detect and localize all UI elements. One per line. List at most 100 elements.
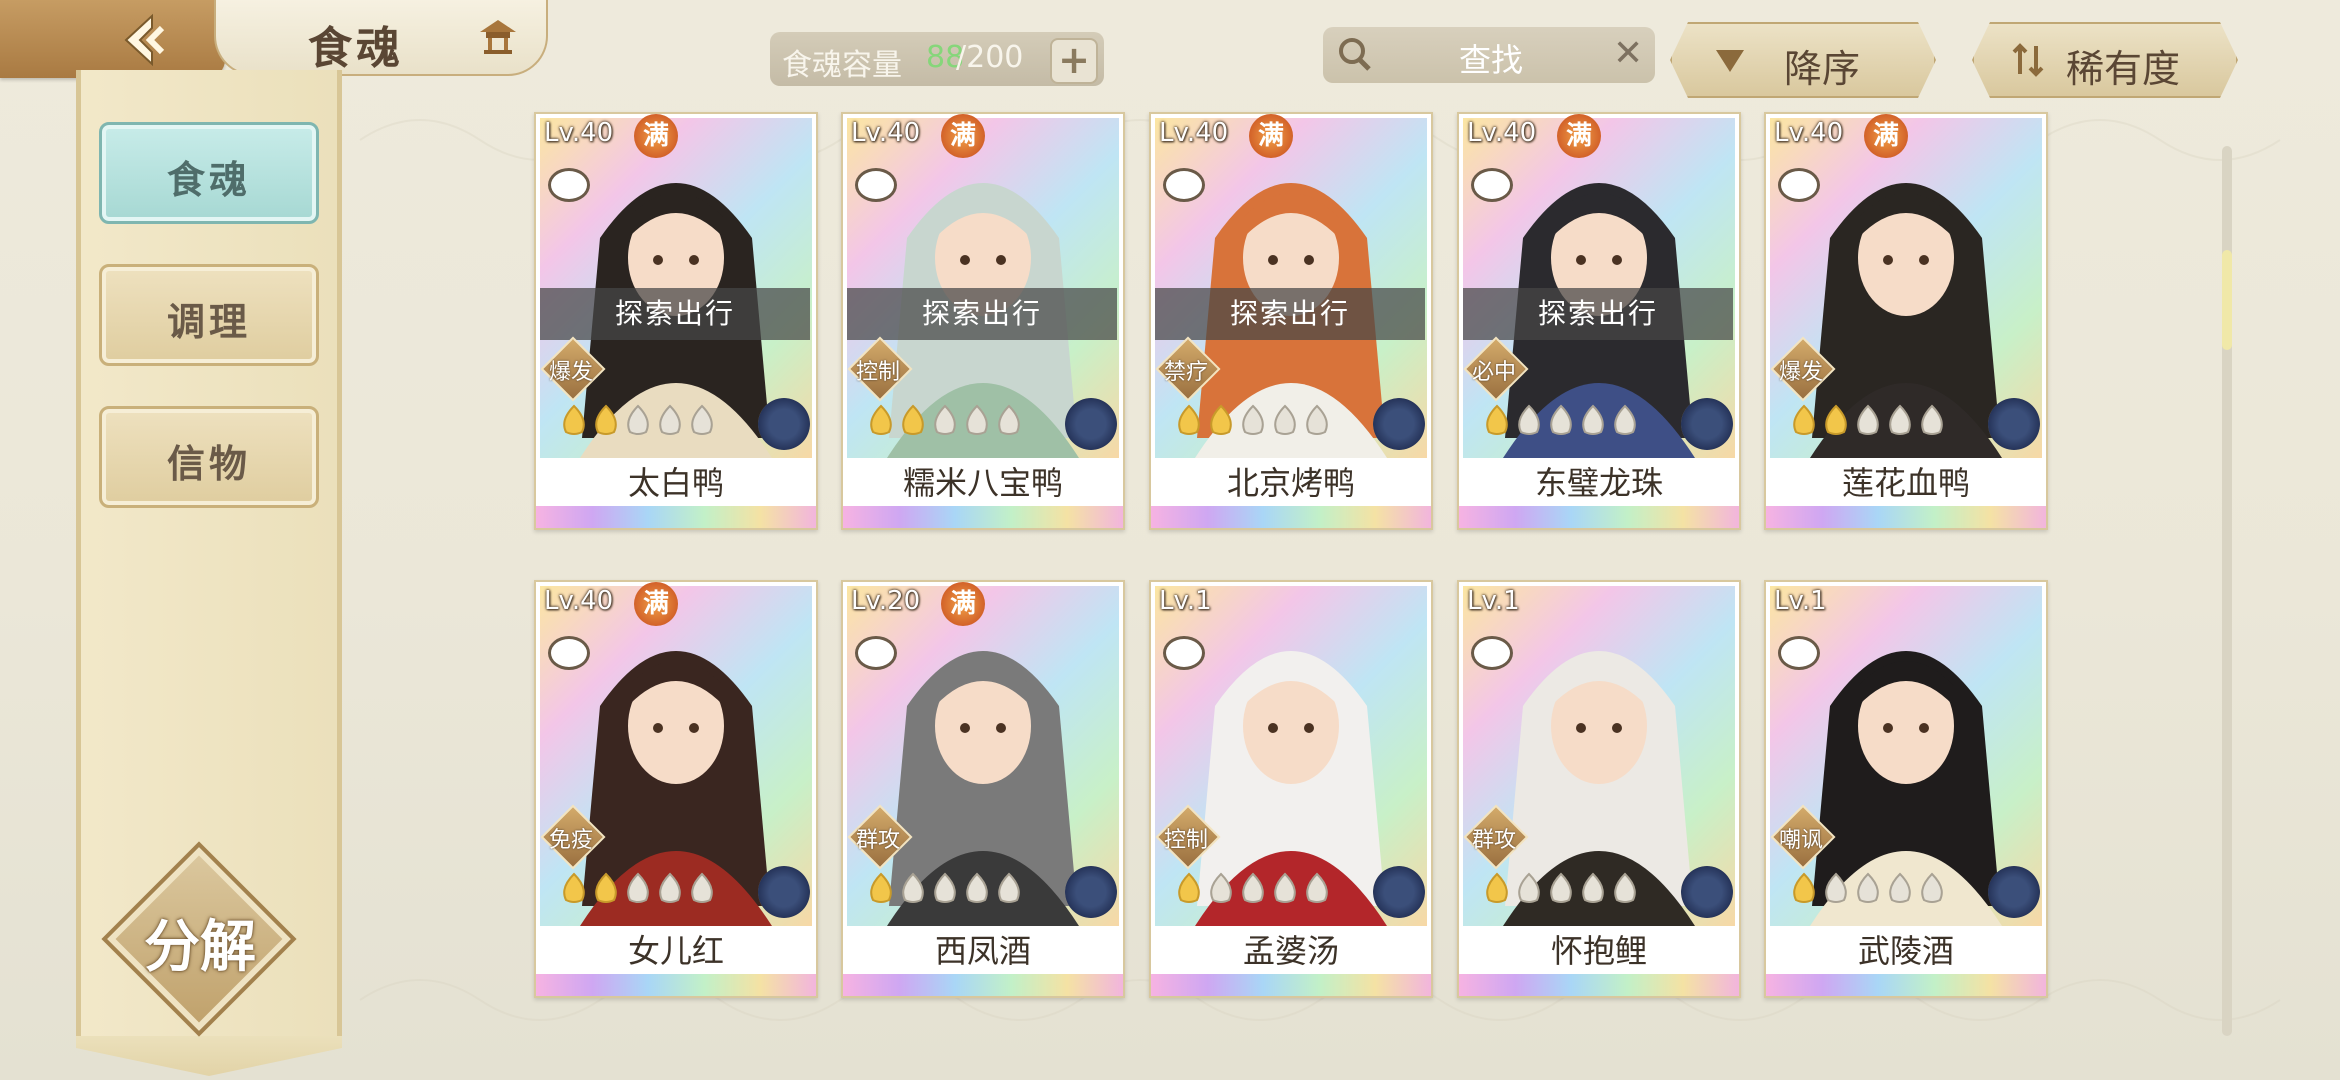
element-emblem-icon [758, 398, 810, 450]
food-soul-card[interactable]: Lv.1 群攻怀抱鲤 [1457, 580, 1741, 998]
bowl-icon [1778, 636, 1820, 670]
role-badge: 控制 [1155, 804, 1221, 870]
flame-icon [1274, 872, 1296, 903]
role-label: 免疫 [548, 828, 593, 853]
role-badge: 免疫 [540, 804, 606, 870]
food-soul-card[interactable]: Lv.20 满群攻 西凤酒 [841, 580, 1125, 998]
add-capacity-button[interactable]: + [1050, 38, 1098, 84]
exploring-status: 探索出行 [1463, 288, 1733, 340]
sidebar-item-label: 调理 [166, 300, 251, 344]
scrollbar[interactable] [2222, 146, 2232, 1036]
sidebar-item-food-souls[interactable]: 食魂 [99, 122, 319, 224]
flame-icon [902, 404, 924, 435]
awakening-flames [1178, 404, 1328, 435]
clear-search-icon[interactable]: ✕ [1613, 33, 1643, 74]
level-label: Lv.40 [1774, 118, 1844, 148]
rarity-strip [843, 974, 1123, 996]
food-soul-card[interactable]: Lv.40 满探索出行 必中 东璧龙珠 [1457, 112, 1741, 530]
flame-icon [1242, 404, 1264, 435]
flame-icon [902, 872, 924, 903]
character-name: 北京烤鸭 [1151, 458, 1431, 508]
back-arrow-icon [124, 13, 165, 67]
pavilion-icon[interactable] [476, 14, 520, 58]
exploring-status: 探索出行 [1155, 288, 1425, 340]
level-label: Lv.40 [1467, 118, 1537, 148]
flame-icon [1178, 872, 1200, 903]
rarity-strip [1151, 506, 1431, 528]
sort-order-label: 降序 [1784, 47, 1861, 91]
scrollbar-thumb[interactable] [2222, 250, 2232, 350]
element-emblem-icon [1988, 398, 2040, 450]
page-title: 食魂 [308, 23, 404, 74]
rarity-strip [1766, 506, 2046, 528]
food-soul-card[interactable]: Lv.40 满探索出行 爆发 太白鸭 [534, 112, 818, 530]
search-input[interactable]: 查找 ✕ [1323, 27, 1655, 83]
capacity-label: 食魂容量 [782, 48, 902, 83]
role-label: 爆发 [548, 360, 593, 385]
sort-by-button[interactable]: 稀有度 [1972, 22, 2238, 98]
food-soul-card[interactable]: Lv.40 满免疫 女儿红 [534, 580, 818, 998]
bowl-icon [548, 636, 590, 670]
flame-icon [1614, 404, 1636, 435]
role-badge: 嘲讽 [1770, 804, 1836, 870]
role-badge: 爆发 [540, 336, 606, 402]
flame-icon [1857, 872, 1879, 903]
flame-icon [1889, 404, 1911, 435]
flame-icon [1242, 872, 1264, 903]
role-badge: 必中 [1463, 336, 1529, 402]
capacity-indicator: 食魂容量 88 /200 + [770, 32, 1104, 86]
rarity-strip [1459, 506, 1739, 528]
level-label: Lv.40 [1159, 118, 1229, 148]
awakening-flames [1793, 872, 1943, 903]
level-label: Lv.40 [544, 586, 614, 616]
max-level-badge: 满 [1864, 114, 1908, 158]
food-soul-card[interactable]: Lv.1 控制 孟婆汤 [1149, 580, 1433, 998]
food-soul-card[interactable]: Lv.1 嘲讽 武陵酒 [1764, 580, 2048, 998]
flame-icon [659, 404, 681, 435]
exploring-status: 探索出行 [847, 288, 1117, 340]
element-emblem-icon [1373, 398, 1425, 450]
level-label: Lv.40 [851, 118, 921, 148]
sidebar-item-tokens[interactable]: 信物 [99, 406, 319, 508]
bowl-icon [1778, 168, 1820, 202]
element-emblem-icon [1681, 866, 1733, 918]
awakening-flames [1486, 404, 1636, 435]
role-label: 群攻 [1471, 828, 1516, 853]
food-soul-card[interactable]: Lv.40 满探索出行 控制 糯米八宝鸭 [841, 112, 1125, 530]
bowl-icon [548, 168, 590, 202]
food-soul-card[interactable]: Lv.40 满爆发莲花血鸭 [1764, 112, 2048, 530]
flame-icon [563, 872, 585, 903]
flame-icon [627, 404, 649, 435]
awakening-flames [563, 872, 713, 903]
flame-icon [1857, 404, 1879, 435]
sidebar-item-conditioning[interactable]: 调理 [99, 264, 319, 366]
flame-icon [966, 404, 988, 435]
role-label: 控制 [855, 360, 900, 385]
awakening-flames [1178, 872, 1328, 903]
awakening-flames [563, 404, 713, 435]
max-level-badge: 满 [634, 582, 678, 626]
element-emblem-icon [1373, 866, 1425, 918]
flame-icon [1582, 404, 1604, 435]
character-name: 莲花血鸭 [1766, 458, 2046, 508]
character-name: 怀抱鲤 [1459, 926, 1739, 976]
flame-icon [1614, 872, 1636, 903]
role-label: 爆发 [1778, 360, 1823, 385]
level-label: Lv.1 [1467, 586, 1520, 616]
sort-order-button[interactable]: 降序 [1670, 22, 1936, 98]
back-button[interactable] [0, 0, 225, 78]
bowl-icon [1163, 168, 1205, 202]
flame-icon [1889, 872, 1911, 903]
awakening-flames [1486, 872, 1636, 903]
max-level-badge: 满 [1557, 114, 1601, 158]
flame-icon [934, 872, 956, 903]
flame-icon [934, 404, 956, 435]
capacity-max: /200 [956, 40, 1024, 75]
rarity-strip [536, 974, 816, 996]
role-badge: 禁疗 [1155, 336, 1221, 402]
character-name: 西凤酒 [843, 926, 1123, 976]
bowl-icon [1471, 636, 1513, 670]
food-soul-card[interactable]: Lv.40 满探索出行 禁疗 北京烤鸭 [1149, 112, 1433, 530]
decompose-button[interactable]: 分解 [101, 841, 297, 1037]
rarity-strip [536, 506, 816, 528]
